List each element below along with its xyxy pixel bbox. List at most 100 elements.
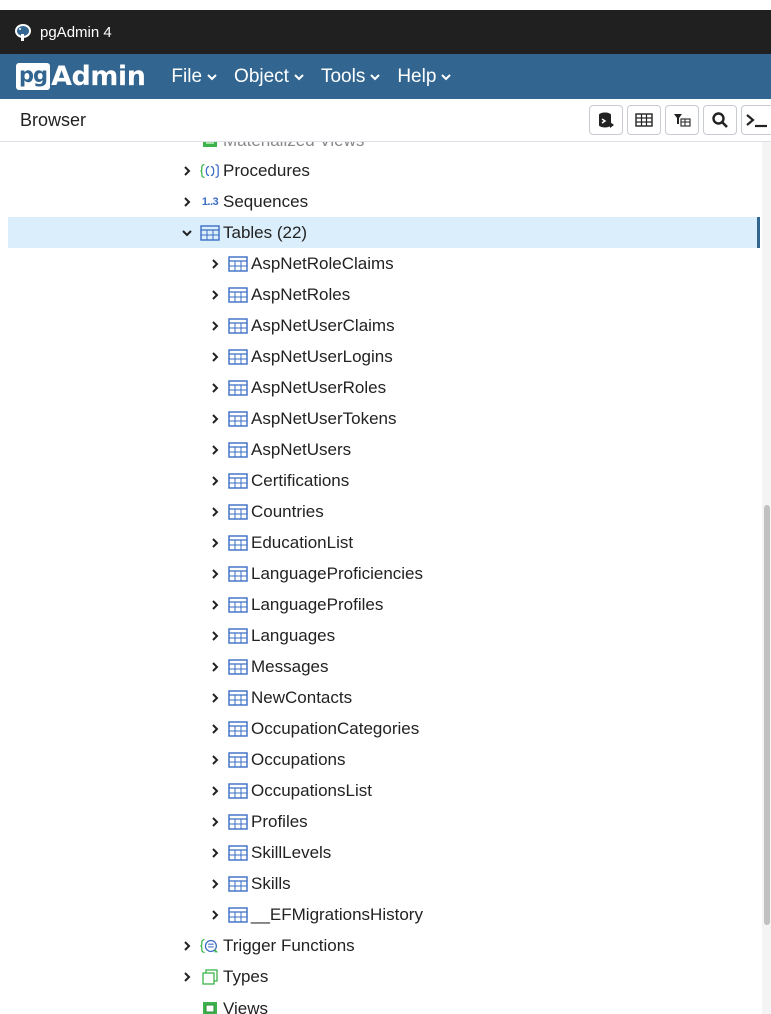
tree-node-table[interactable]: OccupationsList bbox=[208, 775, 760, 806]
chevron-right-icon[interactable] bbox=[180, 970, 194, 984]
tree-node-table[interactable]: AspNetUserRoles bbox=[208, 372, 760, 403]
tree-node-label: Languages bbox=[251, 625, 336, 645]
tree-node-label: AspNetUsers bbox=[251, 439, 352, 459]
tree-node-label: __EFMigrationsHistory bbox=[251, 904, 423, 924]
chevron-right-icon[interactable] bbox=[208, 846, 222, 860]
tree-node-label: Sequences bbox=[223, 191, 309, 211]
menu-tools-label: Tools bbox=[320, 65, 366, 87]
table-icon bbox=[200, 224, 220, 242]
tree-node-label: Procedures bbox=[223, 160, 310, 180]
table-view-icon bbox=[635, 113, 653, 127]
view-icon bbox=[200, 1000, 220, 1014]
table-icon bbox=[228, 782, 248, 800]
tree-node-label: EducationList bbox=[251, 532, 354, 552]
trigger-function-icon bbox=[200, 937, 220, 955]
chevron-right-icon[interactable] bbox=[208, 443, 222, 457]
browser-tab[interactable]: Browser bbox=[20, 110, 86, 131]
chevron-right-icon[interactable] bbox=[208, 319, 222, 333]
tree-node-table[interactable]: Profiles bbox=[208, 806, 760, 837]
query-tool-button[interactable] bbox=[589, 105, 623, 135]
chevron-right-icon[interactable] bbox=[208, 908, 222, 922]
tree-node-table[interactable]: AspNetUserLogins bbox=[208, 341, 760, 372]
tree-node-materialized-views[interactable]: Materialized Views bbox=[180, 142, 760, 156]
tree-node-table[interactable]: AspNetUserClaims bbox=[208, 310, 760, 341]
filtered-rows-button[interactable] bbox=[665, 105, 699, 135]
menu-object[interactable]: Object bbox=[234, 66, 304, 88]
search-objects-button[interactable] bbox=[703, 105, 737, 135]
tree-node-label: OccupationCategories bbox=[251, 718, 420, 738]
chevron-down-icon bbox=[441, 73, 452, 80]
menu-tools[interactable]: Tools bbox=[320, 65, 381, 88]
tree-node-table[interactable]: AspNetRoles bbox=[208, 279, 760, 310]
table-icon bbox=[228, 255, 248, 273]
chevron-right-icon[interactable] bbox=[208, 412, 222, 426]
tree-node-table[interactable]: Messages bbox=[208, 651, 760, 682]
psql-tool-icon bbox=[746, 114, 767, 128]
view-data-button[interactable] bbox=[627, 105, 661, 135]
type-icon bbox=[200, 968, 220, 986]
chevron-right-icon[interactable] bbox=[208, 598, 222, 612]
tree-scrollbar-thumb[interactable] bbox=[764, 505, 770, 925]
window-title: pgAdmin 4 bbox=[40, 23, 112, 41]
chevron-right-icon[interactable] bbox=[180, 939, 194, 953]
chevron-right-icon[interactable] bbox=[208, 257, 222, 271]
tree-node-table[interactable]: AspNetRoleClaims bbox=[208, 248, 760, 279]
chevron-right-icon[interactable] bbox=[180, 195, 194, 209]
sequence-icon: 1..3 bbox=[201, 195, 219, 208]
menu-file-label: File bbox=[171, 65, 203, 87]
chevron-right-icon[interactable] bbox=[208, 567, 222, 581]
chevron-right-icon[interactable] bbox=[208, 815, 222, 829]
tree-node-label: Types bbox=[223, 966, 269, 986]
chevron-right-icon[interactable] bbox=[208, 350, 222, 364]
tree-node-table[interactable]: Languages bbox=[208, 620, 760, 651]
tree-node-table[interactable]: NewContacts bbox=[208, 682, 760, 713]
tree-node-types[interactable]: Types bbox=[180, 961, 760, 992]
tree-node-sequences[interactable]: 1..3 Sequences bbox=[180, 186, 760, 217]
table-icon bbox=[228, 658, 248, 676]
chevron-right-icon[interactable] bbox=[208, 722, 222, 736]
table-icon bbox=[228, 503, 248, 521]
tree-node-table[interactable]: Certifications bbox=[208, 465, 760, 496]
chevron-right-icon[interactable] bbox=[208, 691, 222, 705]
tree-node-table[interactable]: Countries bbox=[208, 496, 760, 527]
logo-pg: pg bbox=[16, 63, 51, 90]
tree-node-label: Countries bbox=[251, 501, 324, 521]
chevron-right-icon[interactable] bbox=[208, 381, 222, 395]
tree-node-procedures[interactable]: Procedures bbox=[180, 155, 760, 186]
chevron-down-icon[interactable] bbox=[180, 226, 194, 240]
chevron-right-icon[interactable] bbox=[180, 142, 194, 148]
tree-node-table[interactable]: LanguageProfiles bbox=[208, 589, 760, 620]
table-icon bbox=[228, 410, 248, 428]
chevron-right-icon[interactable] bbox=[180, 164, 194, 178]
tree-node-tables[interactable]: Tables (22) bbox=[8, 217, 760, 248]
table-icon bbox=[228, 565, 248, 583]
chevron-right-icon[interactable] bbox=[208, 660, 222, 674]
tree-node-table[interactable]: Occupations bbox=[208, 744, 760, 775]
chevron-right-icon[interactable] bbox=[208, 784, 222, 798]
tree-node-table[interactable]: LanguageProficiencies bbox=[208, 558, 760, 589]
tree-node-table[interactable]: EducationList bbox=[208, 527, 760, 558]
chevron-right-icon[interactable] bbox=[208, 753, 222, 767]
tree-node-table[interactable]: AspNetUserTokens bbox=[208, 403, 760, 434]
tree-node-table[interactable]: AspNetUsers bbox=[208, 434, 760, 465]
table-icon bbox=[228, 906, 248, 924]
tree-node-table[interactable]: __EFMigrationsHistory bbox=[208, 899, 760, 930]
tree-node-table[interactable]: Skills bbox=[208, 868, 760, 899]
psql-tool-button[interactable] bbox=[741, 105, 771, 135]
menu-help[interactable]: Help bbox=[397, 66, 452, 88]
chevron-right-icon[interactable] bbox=[208, 474, 222, 488]
tree-node-trigger-functions[interactable]: Trigger Functions bbox=[180, 930, 760, 961]
tree-node-label: Skills bbox=[251, 873, 291, 893]
browser-panel-header: Browser bbox=[0, 99, 771, 142]
chevron-right-icon[interactable] bbox=[208, 877, 222, 891]
menu-file[interactable]: File bbox=[171, 66, 217, 88]
chevron-right-icon[interactable] bbox=[208, 505, 222, 519]
chevron-right-icon[interactable] bbox=[208, 288, 222, 302]
chevron-right-icon[interactable] bbox=[208, 536, 222, 550]
tree-node-table[interactable]: OccupationCategories bbox=[208, 713, 760, 744]
tree-node-table[interactable]: SkillLevels bbox=[208, 837, 760, 868]
table-icon bbox=[228, 720, 248, 738]
chevron-right-icon[interactable] bbox=[208, 629, 222, 643]
tree-node-views[interactable]: Views bbox=[180, 993, 760, 1014]
chevron-right-icon[interactable] bbox=[180, 1002, 194, 1014]
